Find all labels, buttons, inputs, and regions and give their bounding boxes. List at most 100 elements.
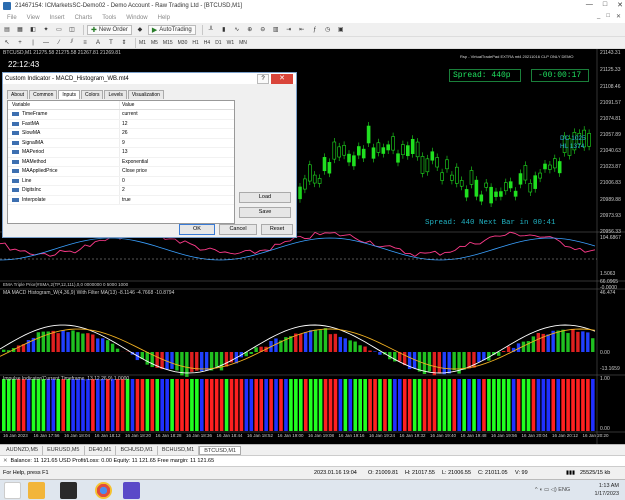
app-icon-purple[interactable] bbox=[123, 482, 140, 499]
chart-tab[interactable]: BTCUSD,M1 bbox=[199, 445, 242, 455]
hline-icon[interactable]: — bbox=[41, 38, 51, 48]
timeframe-m15[interactable]: M15 bbox=[163, 40, 173, 46]
metaeditor-icon[interactable]: ◆ bbox=[135, 25, 145, 35]
menu-view[interactable]: View bbox=[22, 15, 45, 21]
timeframe-d1[interactable]: D1 bbox=[215, 40, 221, 46]
arrows-icon[interactable]: ⇕ bbox=[119, 38, 129, 48]
table-row[interactable]: MAMethod Exponential bbox=[8, 157, 234, 167]
close-window-button[interactable]: ✕ bbox=[617, 1, 623, 9]
value-cell[interactable]: 26 bbox=[119, 129, 234, 138]
table-row[interactable]: TimeFrame current bbox=[8, 110, 234, 120]
mdi-close-button[interactable]: ✕ bbox=[616, 13, 621, 20]
maximize-button[interactable]: □ bbox=[603, 1, 607, 9]
zoom-in-icon[interactable]: ⊕ bbox=[245, 25, 255, 35]
timeframe-w1[interactable]: W1 bbox=[227, 40, 235, 46]
terminal-close-icon[interactable]: ✕ bbox=[3, 456, 9, 466]
chart-tab[interactable]: AUDNZD,M5 bbox=[2, 445, 44, 455]
menu-insert[interactable]: Insert bbox=[45, 15, 70, 21]
autoscroll-icon[interactable]: ⇥ bbox=[284, 25, 294, 35]
indicators-icon[interactable]: ƒ bbox=[310, 25, 320, 35]
header-value[interactable]: Value bbox=[119, 101, 234, 109]
tab-visualization[interactable]: Visualization bbox=[127, 90, 164, 99]
value-cell[interactable]: 13 bbox=[119, 148, 234, 157]
chart-tab[interactable]: BCHUSD,M1 bbox=[116, 445, 158, 455]
cursor-icon[interactable]: ↖ bbox=[2, 38, 12, 48]
dialog-close-button[interactable]: ✕ bbox=[271, 74, 293, 84]
autotrading-button[interactable]: ▶ AutoTrading bbox=[147, 24, 196, 35]
value-cell[interactable]: 0 bbox=[119, 176, 234, 185]
bar-chart-icon[interactable]: ╨ bbox=[206, 25, 216, 35]
vline-icon[interactable]: | bbox=[28, 38, 38, 48]
value-cell[interactable]: 9 bbox=[119, 138, 234, 147]
menu-window[interactable]: Window bbox=[121, 15, 152, 21]
dialog-help-button[interactable]: ? bbox=[257, 74, 269, 84]
table-row[interactable]: SlowMA 26 bbox=[8, 129, 234, 139]
menu-charts[interactable]: Charts bbox=[70, 15, 98, 21]
load-button[interactable]: Load bbox=[239, 192, 291, 203]
candles-icon[interactable]: ▮ bbox=[219, 25, 229, 35]
table-row[interactable]: MAAppliedPrice Close price bbox=[8, 167, 234, 177]
value-cell[interactable]: current bbox=[119, 110, 234, 119]
label-icon[interactable]: T bbox=[106, 38, 116, 48]
system-tray[interactable]: ^ ◖ ▭ ◁) ENG bbox=[535, 487, 570, 493]
clock[interactable]: 1:13 AM 1/17/2023 bbox=[595, 482, 619, 498]
start-icon[interactable] bbox=[4, 482, 21, 499]
text-icon[interactable]: A bbox=[93, 38, 103, 48]
menu-help[interactable]: Help bbox=[153, 15, 175, 21]
timeframe-h4[interactable]: H4 bbox=[204, 40, 210, 46]
new-order-button[interactable]: ✚ New Order bbox=[87, 24, 132, 35]
cancel-button[interactable]: Cancel bbox=[219, 224, 257, 235]
market-watch-icon[interactable]: ◧ bbox=[28, 25, 38, 35]
periods-icon[interactable]: ◷ bbox=[323, 25, 333, 35]
save-button[interactable]: Save bbox=[239, 207, 291, 218]
timeframe-m1[interactable]: M1 bbox=[139, 40, 146, 46]
tab-about[interactable]: About bbox=[7, 90, 29, 99]
mdi-restore-button[interactable]: □ bbox=[606, 13, 610, 20]
reset-button[interactable]: Reset bbox=[261, 224, 293, 235]
trendline-icon[interactable]: ⁄ bbox=[54, 38, 64, 48]
ok-button[interactable]: OK bbox=[179, 224, 215, 235]
tab-levels[interactable]: Levels bbox=[104, 90, 127, 99]
tester-icon[interactable]: ◫ bbox=[67, 25, 77, 35]
templates-icon[interactable]: ▣ bbox=[336, 25, 346, 35]
table-row[interactable]: FastMA 12 bbox=[8, 119, 234, 129]
chart-window[interactable]: BTCUSD,M1 21275.58 21275.58 21267.81 212… bbox=[0, 49, 625, 444]
menu-tools[interactable]: Tools bbox=[97, 15, 121, 21]
chart-tab[interactable]: DE40,M1 bbox=[85, 445, 117, 455]
menu-file[interactable]: File bbox=[2, 15, 22, 21]
channel-icon[interactable]: ⫽ bbox=[67, 38, 77, 48]
minimize-button[interactable]: — bbox=[586, 1, 593, 9]
chart-tab[interactable]: EURUSD,M5 bbox=[43, 445, 85, 455]
value-cell[interactable]: Exponential bbox=[119, 157, 234, 166]
timeframe-mn[interactable]: MN bbox=[239, 40, 247, 46]
line-chart-icon[interactable]: ∿ bbox=[232, 25, 242, 35]
value-cell[interactable]: 2 bbox=[119, 186, 234, 195]
value-cell[interactable]: true bbox=[119, 195, 234, 204]
chart-shift-icon[interactable]: ⇤ bbox=[297, 25, 307, 35]
timeframe-h1[interactable]: H1 bbox=[192, 40, 198, 46]
header-variable[interactable]: Variable bbox=[8, 102, 119, 108]
tab-colors[interactable]: Colors bbox=[81, 90, 104, 99]
terminal-icon[interactable]: ▭ bbox=[54, 25, 64, 35]
table-row[interactable]: Interpolate true bbox=[8, 195, 234, 205]
chrome-icon[interactable] bbox=[95, 482, 112, 499]
table-row[interactable]: SignalMA 9 bbox=[8, 138, 234, 148]
zoom-out-icon[interactable]: ⊖ bbox=[258, 25, 268, 35]
timeframe-m5[interactable]: M5 bbox=[151, 40, 158, 46]
profiles-icon[interactable]: ▦ bbox=[15, 25, 25, 35]
table-row[interactable]: MAPeriod 13 bbox=[8, 148, 234, 158]
chart-tab[interactable]: BCHUSD,M1 bbox=[158, 445, 200, 455]
tile-icon[interactable]: ▥ bbox=[271, 25, 281, 35]
file-explorer-icon[interactable] bbox=[28, 482, 45, 499]
value-cell[interactable]: 12 bbox=[119, 119, 234, 128]
timeframe-m30[interactable]: M30 bbox=[178, 40, 188, 46]
table-row[interactable]: Line 0 bbox=[8, 176, 234, 186]
table-row[interactable]: DigitsInc 2 bbox=[8, 186, 234, 196]
tab-common[interactable]: Common bbox=[29, 90, 58, 99]
navigator-icon[interactable]: ✦ bbox=[41, 25, 51, 35]
metatrader-icon[interactable] bbox=[60, 482, 77, 499]
value-cell[interactable]: Close price bbox=[119, 167, 234, 176]
tab-inputs[interactable]: Inputs bbox=[58, 90, 80, 99]
crosshair-icon[interactable]: + bbox=[15, 38, 25, 48]
new-chart-icon[interactable]: ▤ bbox=[2, 25, 12, 35]
